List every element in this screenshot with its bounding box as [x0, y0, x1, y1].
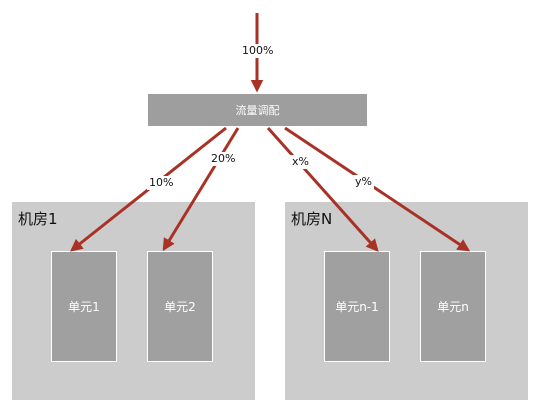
input-flow-label: 100% [240, 44, 276, 58]
flow-arrows [70, 13, 471, 252]
flow-label-unit-2: 20% [209, 152, 238, 166]
flow-arrow-unit-n-minus-1 [266, 127, 379, 252]
flow-label-unit-n-minus-1: x% [290, 155, 311, 169]
flow-arrow-unit-n [284, 126, 471, 252]
flow-label-unit-n: y% [353, 175, 374, 189]
flow-label-unit-1: 10% [147, 176, 176, 190]
